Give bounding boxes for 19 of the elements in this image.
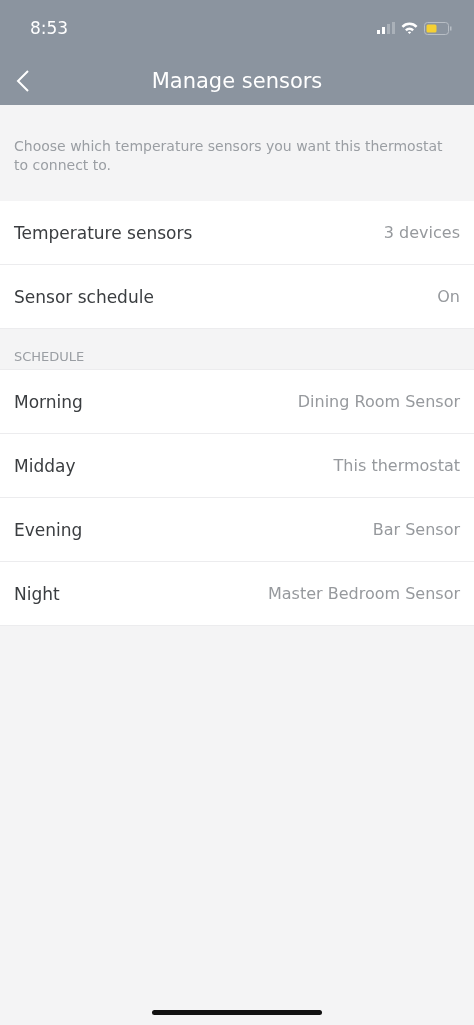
signal-icon — [377, 22, 395, 34]
back-icon — [16, 68, 30, 93]
status-time: 8:53 — [30, 18, 69, 38]
setting-label: Sensor schedule — [14, 286, 154, 307]
setting-value: Master Bedroom Sensor — [267, 584, 460, 603]
setting-label: Night — [14, 583, 60, 604]
setting-value: Bar Sensor — [372, 520, 460, 539]
setting-value: Dining Room Sensor — [297, 392, 460, 411]
setting-value: On — [437, 287, 460, 306]
battery-icon — [424, 21, 452, 35]
setting-label: Evening — [14, 519, 83, 540]
nav-title: Manage sensors — [151, 68, 323, 93]
setting-label: Midday — [14, 455, 76, 476]
setting-label: Morning — [14, 391, 83, 412]
description-text: Choose which temperature sensors you want this thermostat to connect to. — [13, 137, 444, 175]
setting-value: 3 devices — [383, 223, 460, 242]
setting-label: Temperature sensors — [14, 222, 193, 243]
setting-value: This thermostat — [333, 456, 460, 475]
wifi-icon — [401, 22, 418, 34]
